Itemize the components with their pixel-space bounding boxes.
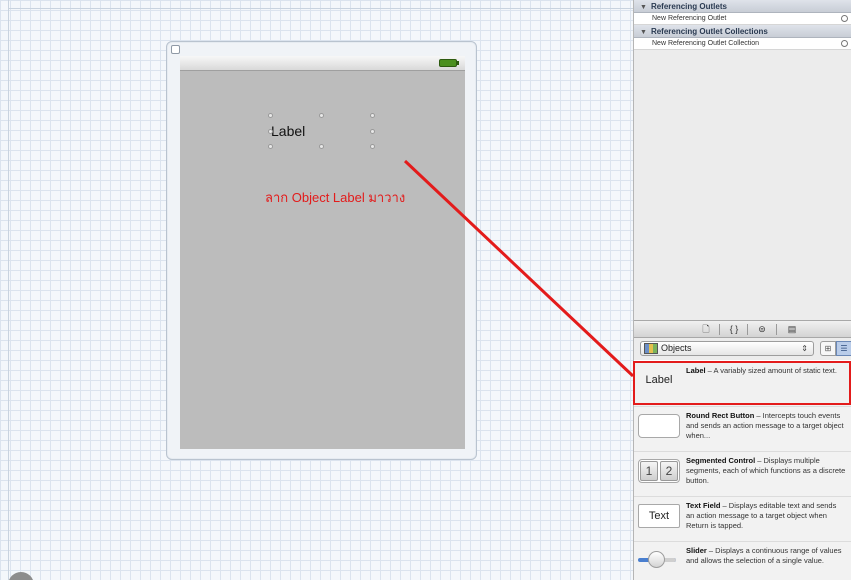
drag-instruction-annotation: ลาก Object Label มาวาง <box>265 190 406 205</box>
status-bar <box>180 56 465 71</box>
item-description: Round Rect Button – Intercepts touch eve… <box>686 411 846 441</box>
scene-close-icon[interactable] <box>171 45 180 54</box>
resize-handle[interactable] <box>268 144 273 149</box>
item-name: Slider <box>686 546 707 555</box>
referencing-outlets-header[interactable]: ▼ Referencing Outlets <box>634 0 851 13</box>
referencing-outlet-collections-header[interactable]: ▼ Referencing Outlet Collections <box>634 25 851 38</box>
new-referencing-outlet-row[interactable]: New Referencing Outlet <box>634 13 851 25</box>
item-description: Segmented Control – Displays multiple se… <box>686 456 846 486</box>
library-tab-bar: 🗋 { } ⊜ ▤ <box>634 320 851 338</box>
library-filter-select[interactable]: Objects ⇕ <box>640 341 814 356</box>
objects-library-icon <box>644 343 658 354</box>
item-description: Slider – Displays a continuous range of … <box>686 546 846 566</box>
slider-knob-icon <box>648 551 665 568</box>
filter-label: Objects <box>661 343 692 353</box>
canvas-border <box>8 8 633 9</box>
object-library-list: Label Label – A variably sized amount of… <box>634 360 851 580</box>
item-name: Label <box>686 366 706 375</box>
file-template-icon[interactable]: 🗋 <box>697 323 715 336</box>
item-name: Segmented Control <box>686 456 756 465</box>
resize-handle[interactable] <box>268 113 273 118</box>
view-controller-scene[interactable]: Label <box>166 41 477 460</box>
utilities-panel: ▼ Referencing Outlets New Referencing Out… <box>633 0 851 580</box>
outlet-label: New Referencing Outlet Collection <box>652 40 759 47</box>
list-view-button[interactable]: ☰ <box>836 341 851 356</box>
resize-handle[interactable] <box>268 129 273 134</box>
item-summary: – Displays a continuous range of values … <box>686 546 842 565</box>
item-name: Text Field <box>686 501 721 510</box>
tab-divider <box>776 324 777 335</box>
library-item-slider[interactable]: Slider – Displays a continuous range of … <box>634 542 851 580</box>
tab-divider <box>719 324 720 335</box>
resize-handle[interactable] <box>370 129 375 134</box>
canvas-border <box>8 0 9 580</box>
resize-handle[interactable] <box>370 144 375 149</box>
item-summary: – A variably sized amount of static text… <box>705 366 837 375</box>
section-title: Referencing Outlets <box>650 2 727 11</box>
library-item-round-rect-button[interactable]: Round Rect Button – Intercepts touch eve… <box>634 407 851 452</box>
resize-handle[interactable] <box>319 144 324 149</box>
connection-circle-icon[interactable] <box>841 40 848 47</box>
grid-view-button[interactable]: ⊞ <box>820 341 836 356</box>
new-referencing-outlet-collection-row[interactable]: New Referencing Outlet Collection <box>634 38 851 50</box>
library-item-text-field[interactable]: Text Text Field – Displays editable text… <box>634 497 851 542</box>
media-icon[interactable]: ▤ <box>783 323 801 336</box>
outlet-label: New Referencing Outlet <box>652 15 727 22</box>
objects-icon[interactable]: ⊜ <box>753 323 771 336</box>
library-item-segmented-control[interactable]: 1 2 Segmented Control – Displays multipl… <box>634 452 851 497</box>
storyboard-canvas[interactable]: Label ลาก Object Label มาวาง <box>0 0 633 580</box>
resize-handle[interactable] <box>319 113 324 118</box>
connection-circle-icon[interactable] <box>841 15 848 22</box>
tab-divider <box>747 324 748 335</box>
text-field-thumbnail: Text <box>638 504 680 528</box>
battery-icon <box>439 59 459 67</box>
item-name: Round Rect Button <box>686 411 755 420</box>
library-item-label[interactable]: Label Label – A variably sized amount of… <box>634 362 851 407</box>
main-view[interactable]: Label <box>180 71 465 449</box>
label-thumbnail: Label <box>645 374 673 386</box>
section-title: Referencing Outlet Collections <box>650 27 768 36</box>
item-description: Text Field – Displays editable text and … <box>686 501 846 531</box>
resize-handle[interactable] <box>370 113 375 118</box>
segmented-control-thumbnail: 1 2 <box>638 459 680 483</box>
select-stepper-icon: ⇕ <box>801 344 808 353</box>
label-text[interactable]: Label <box>271 123 305 139</box>
segment-2: 2 <box>660 461 678 481</box>
canvas-zoom-knob[interactable] <box>8 572 34 580</box>
code-snippet-icon[interactable]: { } <box>725 323 743 336</box>
segment-1: 1 <box>640 461 658 481</box>
item-description: Label – A variably sized amount of stati… <box>686 366 846 376</box>
inspector-empty-area <box>634 50 851 305</box>
round-rect-button-thumbnail <box>638 414 680 438</box>
label-object[interactable]: Label <box>268 113 375 149</box>
